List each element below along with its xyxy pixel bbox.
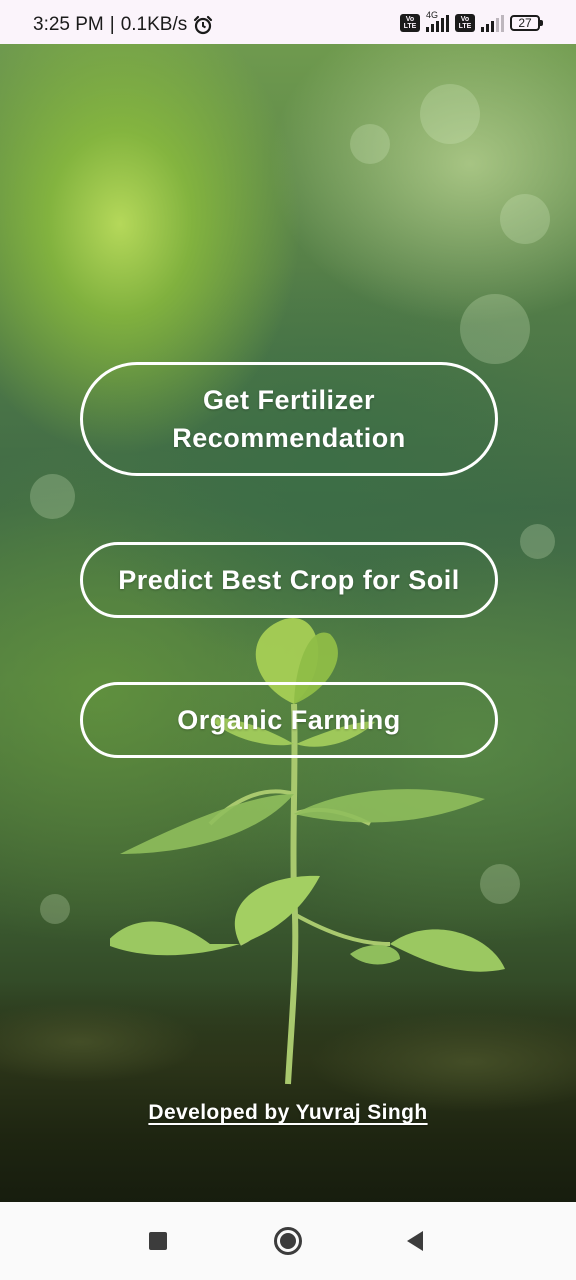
status-right: Vo LTE 4G Vo LTE 27 xyxy=(400,10,543,32)
network-speed: 0.1KB/s xyxy=(120,14,188,35)
developer-credit-link[interactable]: Developed by Yuvraj Singh xyxy=(0,1101,576,1125)
back-icon[interactable] xyxy=(400,1226,430,1256)
volte-icon-2: Vo LTE xyxy=(455,14,475,32)
signal-icon: 4G xyxy=(426,10,449,32)
network-type-label: 4G xyxy=(426,10,439,20)
volte-icon: Vo LTE xyxy=(400,14,420,32)
volte-bottom-text-2: LTE xyxy=(458,23,472,30)
status-time: 3:25 PM xyxy=(33,14,104,35)
organic-farming-button[interactable]: Organic Farming xyxy=(80,682,498,758)
recents-icon[interactable] xyxy=(143,1226,173,1256)
alarm-icon xyxy=(193,15,213,35)
status-left: 3:25 PM | 0.1KB/s xyxy=(33,14,213,36)
status-separator: | xyxy=(109,14,115,35)
volte-top-text-2: Vo xyxy=(460,16,470,23)
battery-icon: 27 xyxy=(510,15,543,31)
volte-top-text: Vo xyxy=(405,16,415,23)
background-image xyxy=(0,44,576,1202)
battery-level: 27 xyxy=(518,16,532,30)
fertilizer-recommendation-button[interactable]: Get Fertilizer Recommendation xyxy=(80,362,498,476)
status-bar: 3:25 PM | 0.1KB/s Vo LTE 4G Vo LTE 27 xyxy=(0,0,576,44)
volte-bottom-text: LTE xyxy=(403,23,417,30)
predict-crop-button[interactable]: Predict Best Crop for Soil xyxy=(80,542,498,618)
phone-screen: 3:25 PM | 0.1KB/s Vo LTE 4G Vo LTE 27 Ge… xyxy=(0,0,576,1280)
home-icon[interactable] xyxy=(273,1226,303,1256)
signal-icon-2 xyxy=(481,14,504,32)
navigation-bar xyxy=(0,1202,576,1280)
